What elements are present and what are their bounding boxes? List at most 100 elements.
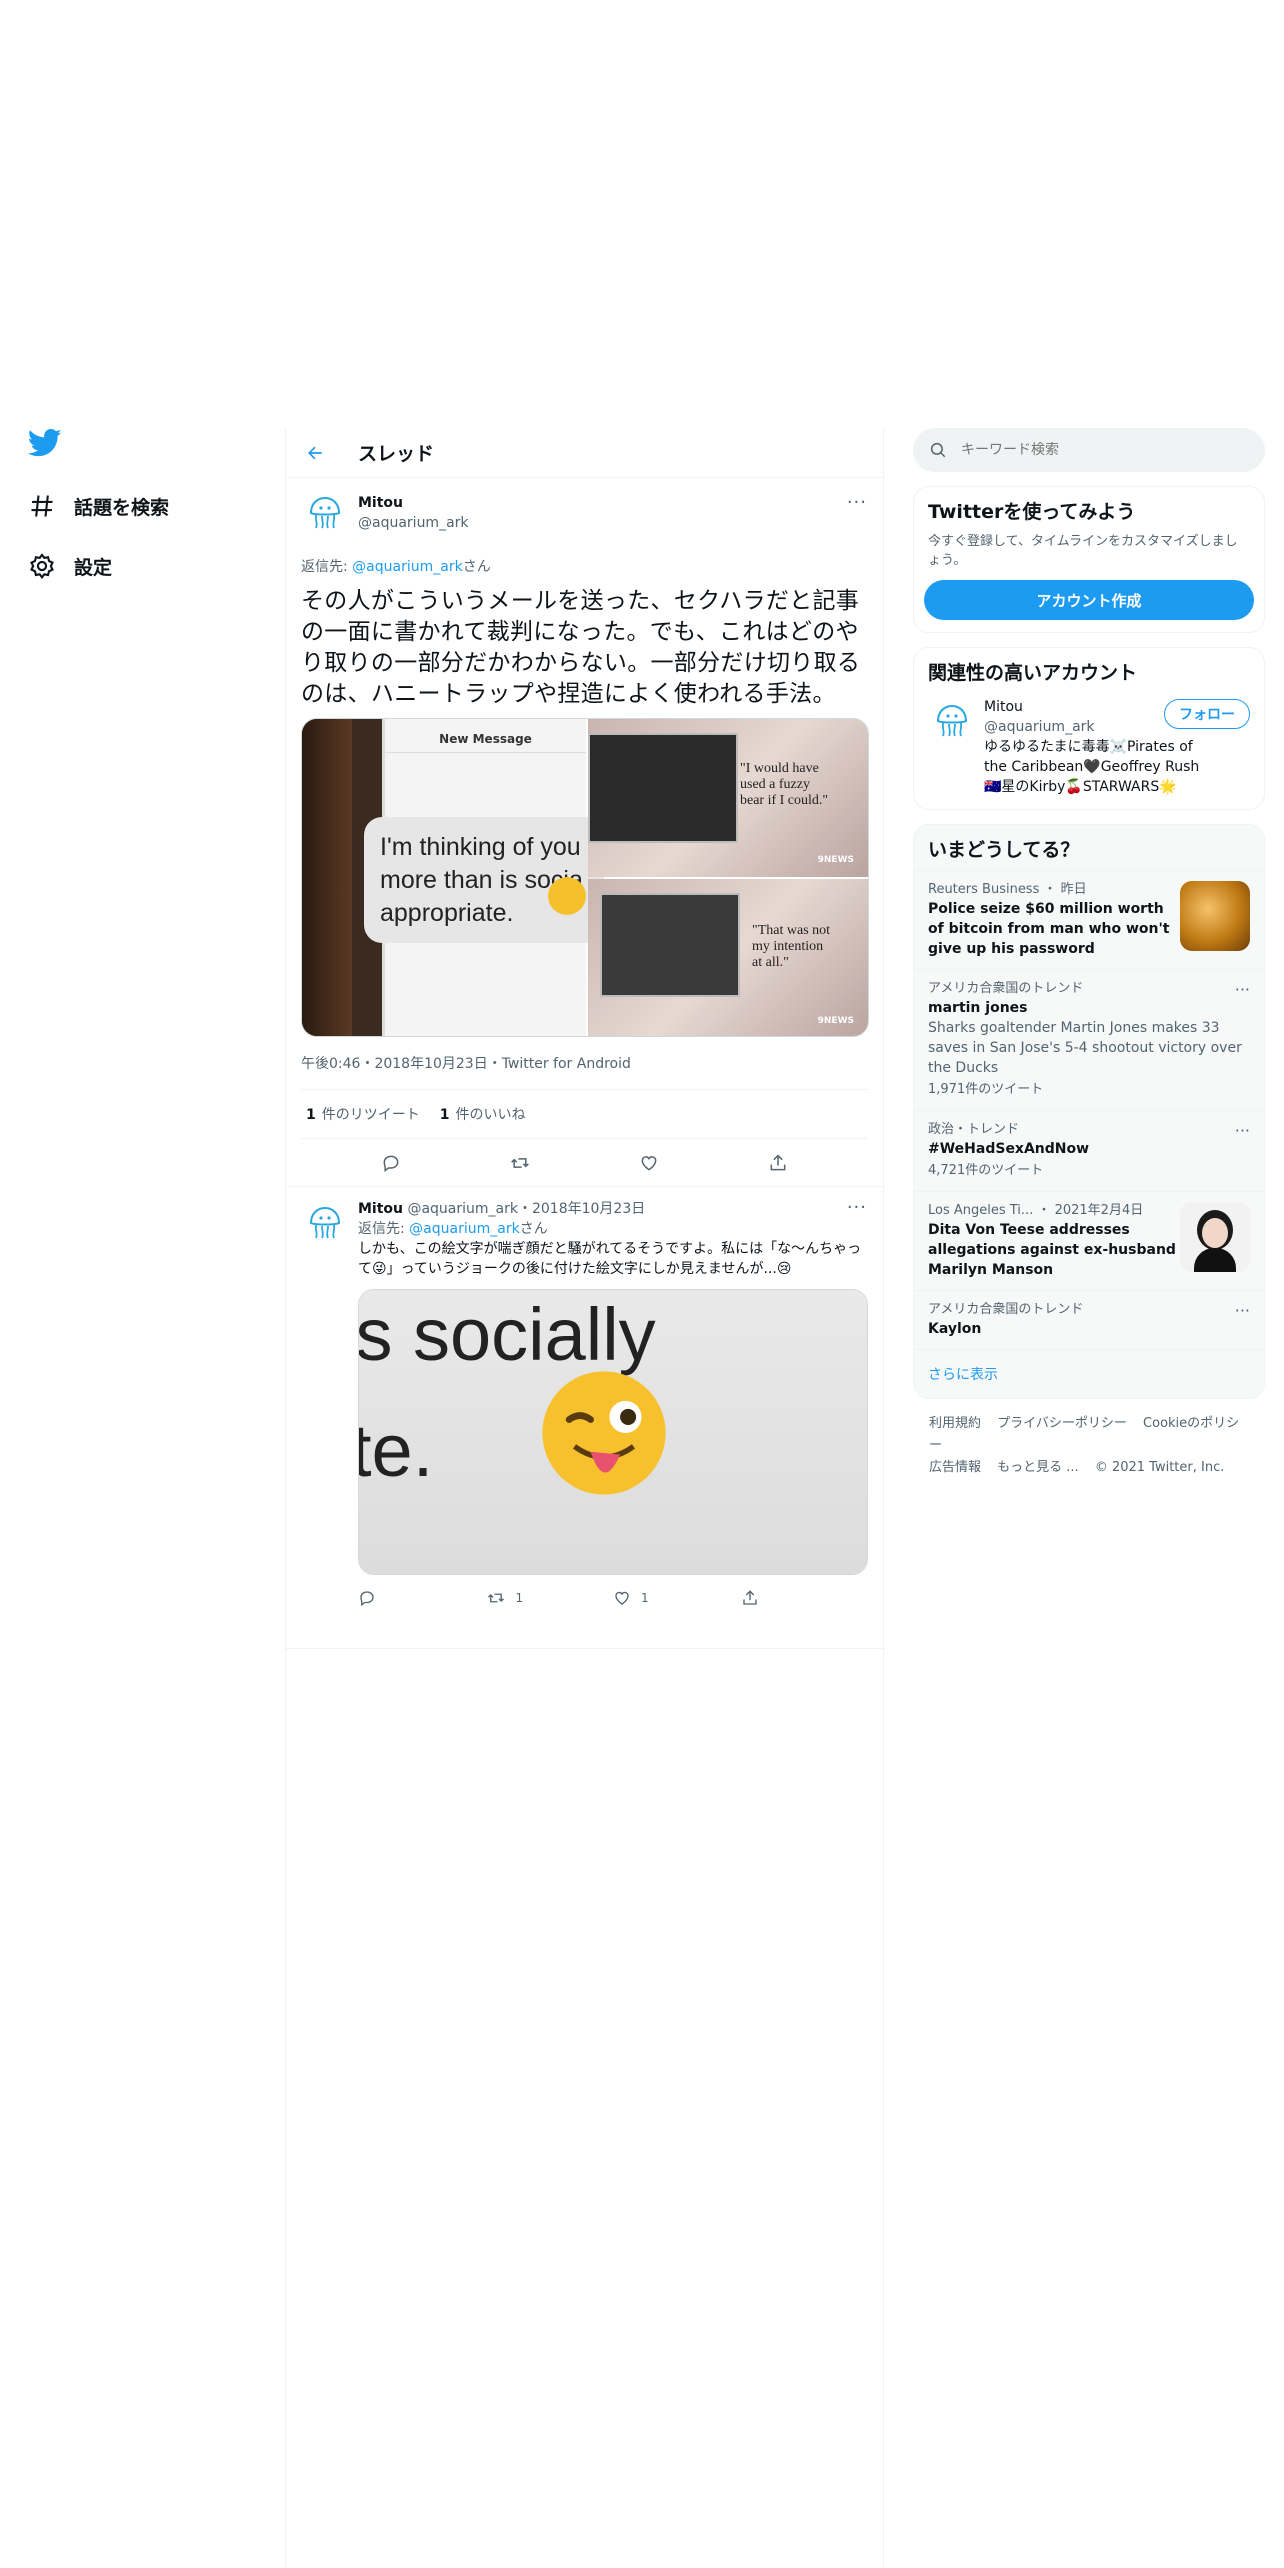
reply-to: 返信先: @aquarium_arkさん [301, 556, 868, 576]
reply-prefix: 返信先: [301, 559, 353, 575]
trend-title: Police seize $60 million worth of bitcoi… [928, 901, 1170, 957]
nav-settings[interactable]: 設定 [28, 546, 112, 586]
back-button[interactable] [298, 436, 332, 470]
reply-button[interactable] [358, 1589, 486, 1607]
reply-tweet[interactable]: Mitou @aquarium_ark・2018年10月23日 返信先: @aq… [286, 1187, 883, 1649]
divider [883, 428, 884, 2568]
more-icon[interactable]: ··· [1235, 980, 1250, 999]
zoomed-text: is socially [358, 1293, 656, 1376]
reply-suffix: さん [462, 559, 491, 575]
search-input[interactable] [961, 442, 1221, 458]
trend-item[interactable]: アメリカ合衆国のトレンド Kaylon ··· [914, 1290, 1264, 1349]
trend-meta: アメリカ合衆国のトレンド [928, 981, 1084, 996]
footer-link[interactable]: もっと見る ... [997, 1460, 1079, 1475]
sidebar: Twitterを使ってみよう 今すぐ登録して、タイムラインをカスタマイズしましょ… [913, 428, 1265, 1493]
quote-line: used a fuzzy [740, 777, 810, 792]
trends-panel: いまどうしてる？ Reuters Business ・ 昨日 Police se… [913, 824, 1265, 1399]
avatar[interactable] [301, 489, 349, 537]
trend-item[interactable]: アメリカ合衆国のトレンド martin jones Sharks goalten… [914, 969, 1264, 1110]
main-tweet: Mitou @aquarium_ark ··· 返信先: @aquarium_a… [286, 478, 883, 1139]
reply-actions: 1 1 [358, 1579, 868, 1617]
show-more-link[interactable]: さらに表示 [914, 1349, 1264, 1398]
account-card[interactable]: Mitou @aquarium_ark ゆるゆるたまに毒毒☠️Pirates o… [914, 693, 1264, 809]
footer-link[interactable]: 広告情報 [929, 1460, 981, 1475]
quote-text-1: "I would have used a fuzzy bear if I cou… [740, 761, 828, 809]
trend-count: 1,971件のツイート [928, 1082, 1044, 1097]
trend-meta: 政治・トレンド [928, 1122, 1020, 1137]
more-icon[interactable]: ··· [847, 492, 867, 513]
nav-explore[interactable]: 話題を検索 [28, 486, 169, 526]
tweet-meta[interactable]: 午後0:46・2018年10月23日・Twitter for Android [301, 1053, 868, 1073]
follow-button[interactable]: フォロー [1164, 699, 1250, 729]
share-button[interactable] [741, 1589, 869, 1607]
reply-prefix: 返信先: [358, 1221, 410, 1237]
avatar[interactable] [301, 1199, 348, 1247]
message-line: I'm thinking of you [380, 833, 581, 861]
thread-column: スレッド Mitou @aquarium_ark ··· 返信先: @aquar… [286, 428, 883, 1649]
trend-title: martin jones [928, 1000, 1028, 1016]
copyright: © 2021 Twitter, Inc. [1094, 1460, 1225, 1475]
reply-author-name[interactable]: Mitou [358, 1201, 403, 1217]
share-icon[interactable] [767, 1152, 789, 1174]
more-icon[interactable]: ··· [1235, 1121, 1250, 1140]
like-icon[interactable] [638, 1152, 660, 1174]
quote-line: "I would have [740, 761, 819, 776]
tweet-media[interactable]: New Message I'm thinking of you more tha… [301, 718, 869, 1037]
thread-header: スレッド [286, 428, 883, 478]
reply-handle-link[interactable]: @aquarium_ark [409, 1221, 520, 1237]
retweets-stat[interactable]: 1 件のリツイート [306, 1104, 420, 1124]
trend-item[interactable]: Reuters Business ・ 昨日 Police seize $60 m… [914, 870, 1264, 969]
signup-panel: Twitterを使ってみよう 今すぐ登録して、タイムラインをカスタマイズしましょ… [913, 486, 1265, 633]
retweets-label: 件のリツイート [321, 1107, 420, 1123]
reply-handle-link[interactable]: @aquarium_ark [352, 559, 463, 575]
wink-emoji-icon [537, 1366, 671, 1500]
likes-label: 件のいいね [455, 1107, 526, 1123]
nav-settings-label: 設定 [74, 556, 113, 579]
media-quote-image-1[interactable]: "I would have used a fuzzy bear if I cou… [588, 719, 868, 877]
footer-link[interactable]: プライバシーポリシー [997, 1416, 1127, 1431]
trend-title: Dita Von Teese addresses allegations aga… [928, 1222, 1176, 1278]
trend-item[interactable]: 政治・トレンド #WeHadSexAndNow 4,721件のツイート ··· [914, 1110, 1264, 1191]
hashtag-icon [28, 492, 56, 520]
trend-sub: Sharks goaltender Martin Jones makes 33 … [928, 1020, 1242, 1076]
reply-icon[interactable] [380, 1152, 402, 1174]
twitter-bird-icon[interactable] [28, 428, 62, 460]
retweet-button[interactable]: 1 [486, 1589, 614, 1607]
media-phone-image[interactable]: New Message I'm thinking of you more tha… [302, 719, 604, 1036]
arrow-left-icon [308, 446, 322, 459]
nav-explore-label: 話題を検索 [74, 496, 170, 519]
retweet-count: 1 [515, 1591, 524, 1605]
reply-suffix: さん [519, 1221, 548, 1237]
quote-line: at all." [752, 955, 789, 970]
quote-line: "That was not [752, 923, 831, 938]
footer-link[interactable]: 利用規約 [929, 1416, 981, 1431]
create-account-button[interactable]: アカウント作成 [924, 580, 1254, 620]
retweet-icon[interactable] [509, 1152, 531, 1174]
like-button[interactable]: 1 [613, 1589, 741, 1607]
photo-frame [600, 893, 740, 997]
trend-item[interactable]: Los Angeles Ti... ・ 2021年2月4日 Dita Von T… [914, 1191, 1264, 1290]
media-quote-image-2[interactable]: "That was not my intention at all." 9NEW… [588, 879, 868, 1036]
search-icon [930, 442, 946, 458]
more-icon[interactable]: ··· [847, 1197, 867, 1218]
zoomed-text: te. [358, 1409, 434, 1492]
like-count: 1 [641, 1591, 649, 1605]
more-icon[interactable]: ··· [1235, 1301, 1250, 1320]
avatar[interactable] [928, 697, 976, 745]
like-icon [615, 1591, 629, 1605]
compose-header: New Message [385, 719, 586, 753]
trend-count: 4,721件のツイート [928, 1163, 1044, 1178]
retweet-icon [487, 1593, 504, 1603]
trend-title: #WeHadSexAndNow [928, 1141, 1090, 1157]
author-handle[interactable]: @aquarium_ark [358, 513, 469, 533]
tweet-actions [286, 1139, 883, 1187]
trend-meta: Reuters Business ・ 昨日 [928, 882, 1087, 897]
likes-stat[interactable]: 1 件のいいね [440, 1104, 526, 1124]
reply-handle-date[interactable]: @aquarium_ark・2018年10月23日 [407, 1201, 645, 1217]
trend-meta: アメリカ合衆国のトレンド [928, 1302, 1084, 1317]
reply-media[interactable]: is socially te. [358, 1289, 868, 1575]
reply-icon [360, 1591, 374, 1607]
search-box[interactable] [913, 428, 1265, 472]
author-name[interactable]: Mitou [358, 493, 469, 513]
reply-text: しかも、この絵文字が喘ぎ顔だと騒がれてるそうですよ。私には「な〜んちゃって😜」っ… [358, 1241, 862, 1277]
